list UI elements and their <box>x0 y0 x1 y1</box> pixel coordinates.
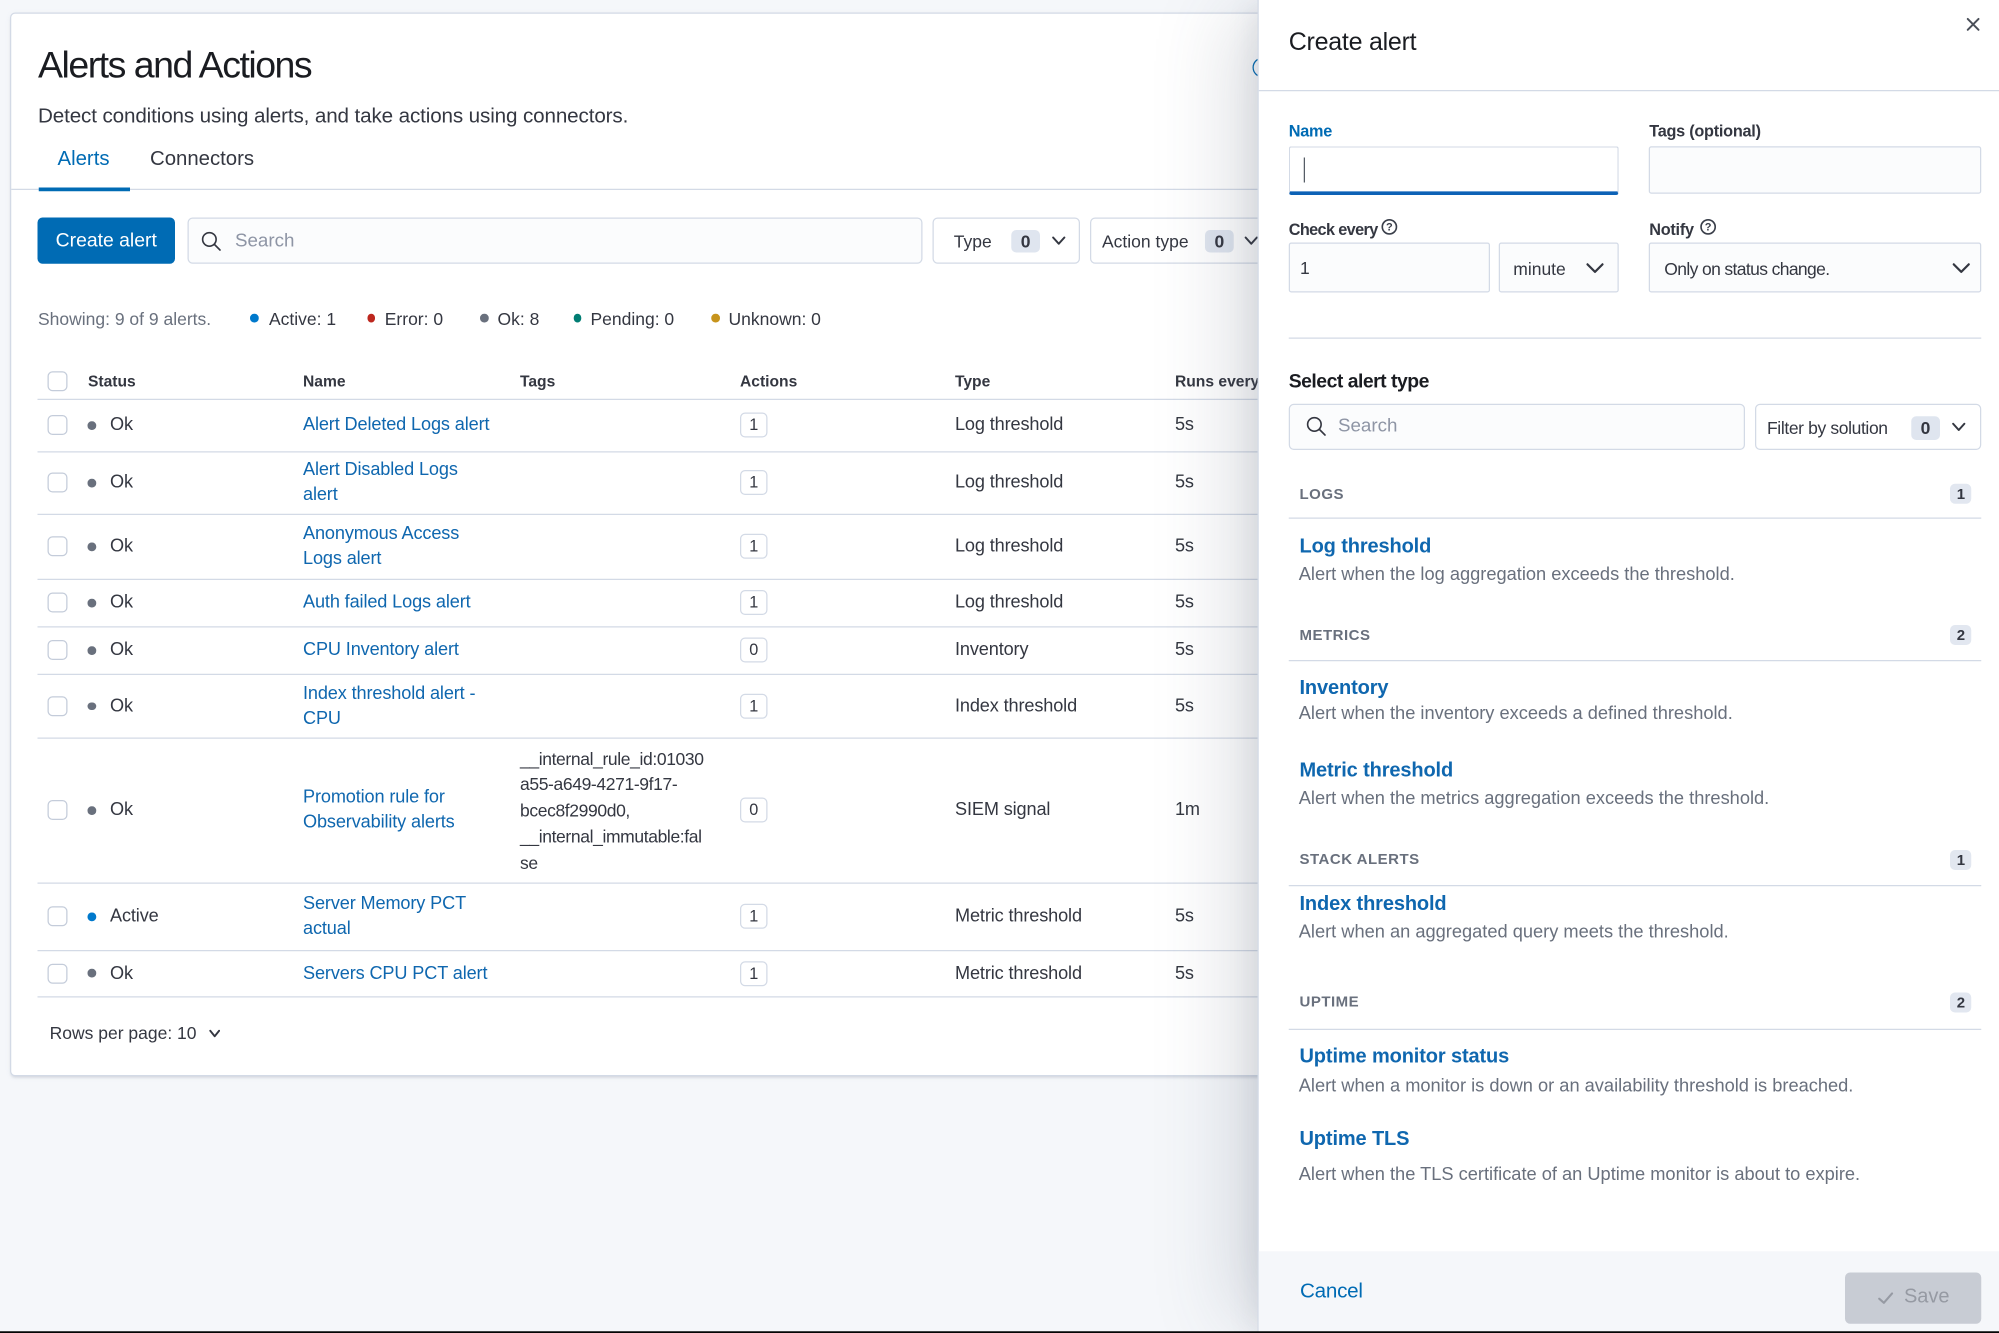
svg-text:?: ? <box>1705 222 1712 234</box>
svg-text:?: ? <box>1386 222 1393 234</box>
